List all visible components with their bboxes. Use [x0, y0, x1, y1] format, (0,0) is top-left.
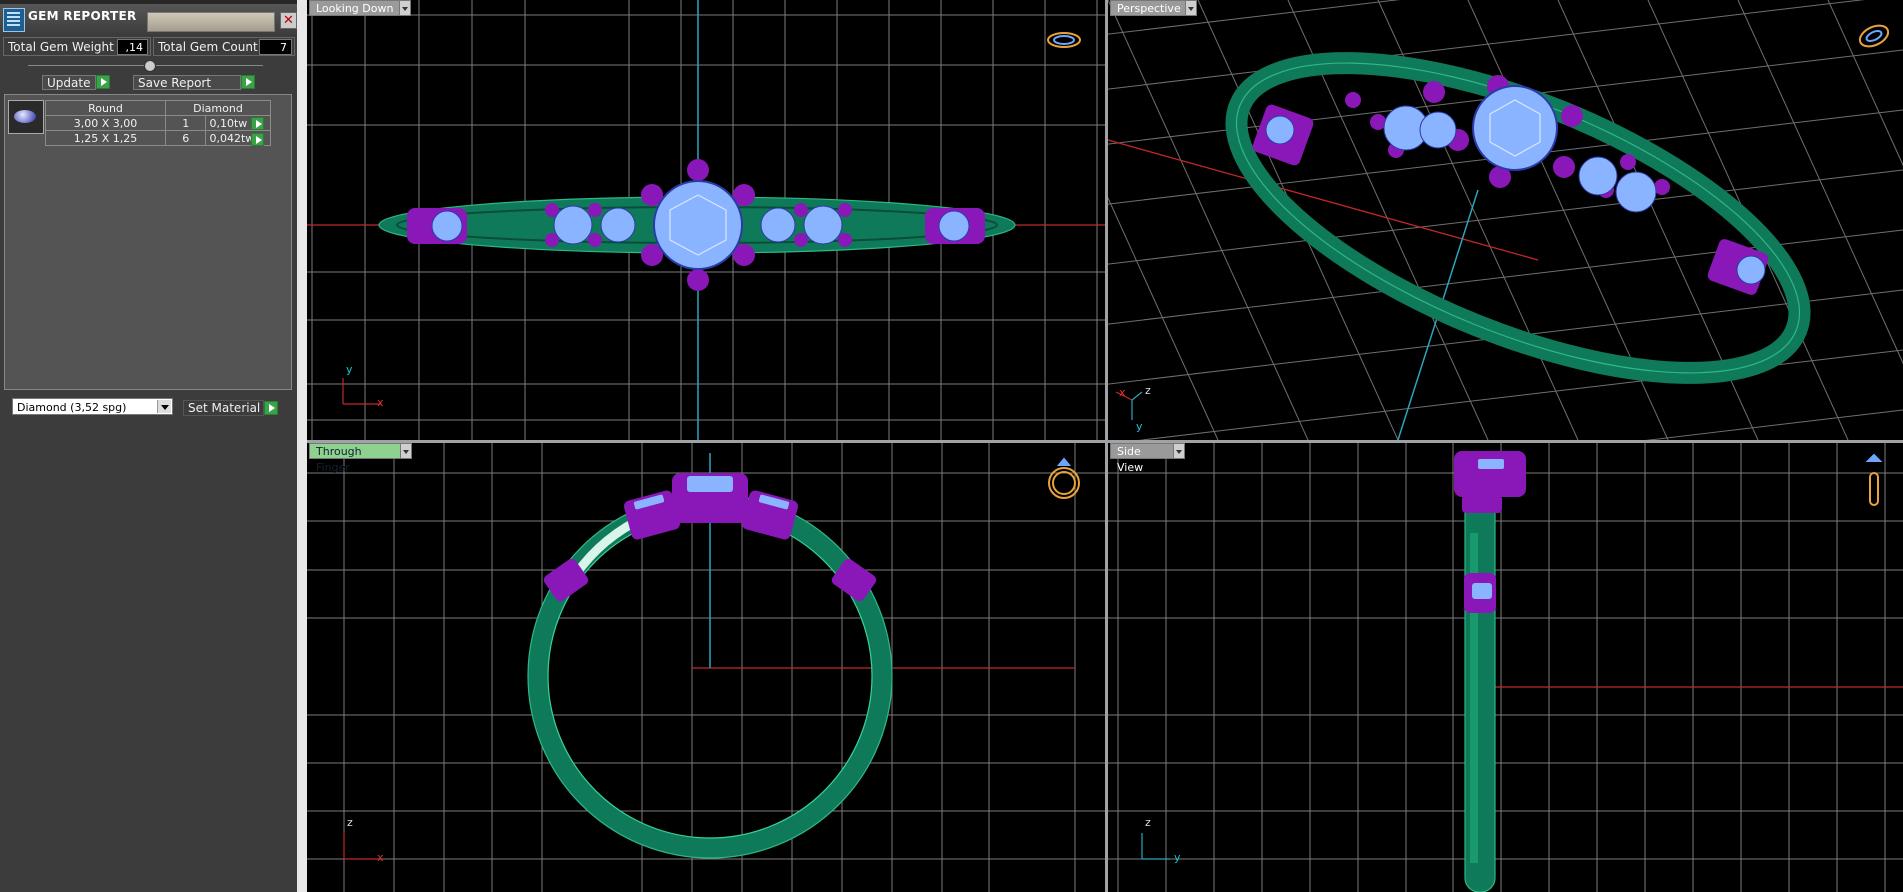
- gem-table-header: Round Diamond: [45, 100, 271, 116]
- axis-label-b: x: [377, 851, 384, 864]
- axis-label-a: z: [1145, 816, 1151, 829]
- column-header-shape: Round: [45, 100, 166, 116]
- viewport-perspective[interactable]: z x y Perspective: [1108, 0, 1903, 440]
- ring-orientation-icon: [1865, 453, 1883, 506]
- dropdown-arrow-icon[interactable]: [157, 400, 171, 413]
- gem-table: Round Diamond 3,00 X 3,00 1 0,10tw 1,25 …: [45, 100, 271, 146]
- viewport-side-view[interactable]: z y Side View: [1108, 443, 1903, 892]
- save-report-button[interactable]: Save Report: [133, 75, 241, 90]
- table-row[interactable]: 1,25 X 1,25 6 0,042tw: [45, 130, 271, 146]
- title-drag-strip[interactable]: [147, 12, 275, 32]
- axis-label-a: z: [347, 816, 353, 829]
- viewport-through-finger[interactable]: z x Through Finger: [307, 443, 1105, 892]
- close-icon[interactable]: ✕: [280, 12, 297, 29]
- viewport-label-looking-down[interactable]: Looking Down: [309, 0, 409, 16]
- viewport-splitter-vertical[interactable]: [1105, 0, 1108, 892]
- viewport-label-through-finger[interactable]: Through Finger: [309, 443, 401, 474]
- divider-handle[interactable]: [144, 60, 156, 72]
- axis-label-c: y: [1136, 420, 1143, 433]
- viewport-looking-down[interactable]: y x Looking Down: [307, 0, 1105, 440]
- total-weight-label: Total Gem Weight: [8, 40, 114, 54]
- axis-label-b: y: [1174, 851, 1181, 864]
- table-row[interactable]: 3,00 X 3,00 1 0,10tw: [45, 115, 271, 131]
- row-play-icon[interactable]: [251, 117, 264, 130]
- round-gem-icon: [8, 100, 44, 134]
- column-header-material: Diamond: [165, 100, 271, 116]
- ring-orientation-icon: [1858, 24, 1890, 48]
- update-button[interactable]: Update: [42, 75, 96, 90]
- gem-qty-cell: 1: [164, 115, 207, 131]
- total-count-label: Total Gem Count: [158, 40, 258, 54]
- chevron-down-icon[interactable]: [1173, 443, 1185, 459]
- gem-size-cell: 1,25 X 1,25: [45, 130, 166, 146]
- total-count-value: 7: [259, 39, 292, 55]
- panel-title: GEM REPORTER: [28, 9, 137, 23]
- material-dropdown[interactable]: Diamond (3,52 spg): [12, 398, 173, 415]
- perspective-scene: [1108, 0, 1903, 440]
- panel-top-edge: [0, 0, 297, 4]
- axis-label-a: y: [346, 363, 353, 376]
- set-material-button[interactable]: Set Material: [183, 400, 264, 416]
- axis-label-b: x: [377, 396, 384, 409]
- panel-splitter[interactable]: [297, 0, 307, 892]
- axis-label-a: z: [1145, 384, 1151, 397]
- gem-reporter-panel: GEM REPORTER ✕ Total Gem Weight ,14 Tota…: [0, 0, 297, 892]
- chevron-down-icon[interactable]: [1185, 0, 1197, 16]
- chevron-down-icon[interactable]: [400, 443, 412, 459]
- save-report-play-icon[interactable]: [241, 75, 255, 89]
- viewport-label-perspective[interactable]: Perspective: [1110, 0, 1186, 16]
- row-play-icon[interactable]: [251, 133, 264, 146]
- ring-orientation-icon: [1047, 32, 1081, 48]
- through-finger-scene: [307, 443, 1105, 892]
- side-view-scene: [1108, 443, 1903, 892]
- gem-size-cell: 3,00 X 3,00: [45, 115, 166, 131]
- update-play-icon[interactable]: [96, 75, 110, 89]
- gem-reporter-icon: [3, 8, 25, 32]
- total-weight-value: ,14: [117, 39, 148, 55]
- chevron-down-icon[interactable]: [399, 0, 411, 16]
- viewport-label-side-view[interactable]: Side View: [1110, 443, 1174, 474]
- set-material-play-icon[interactable]: [264, 401, 278, 415]
- looking-down-scene: [307, 0, 1105, 440]
- axis-label-b: x: [1119, 386, 1126, 399]
- gem-qty-cell: 6: [164, 130, 207, 146]
